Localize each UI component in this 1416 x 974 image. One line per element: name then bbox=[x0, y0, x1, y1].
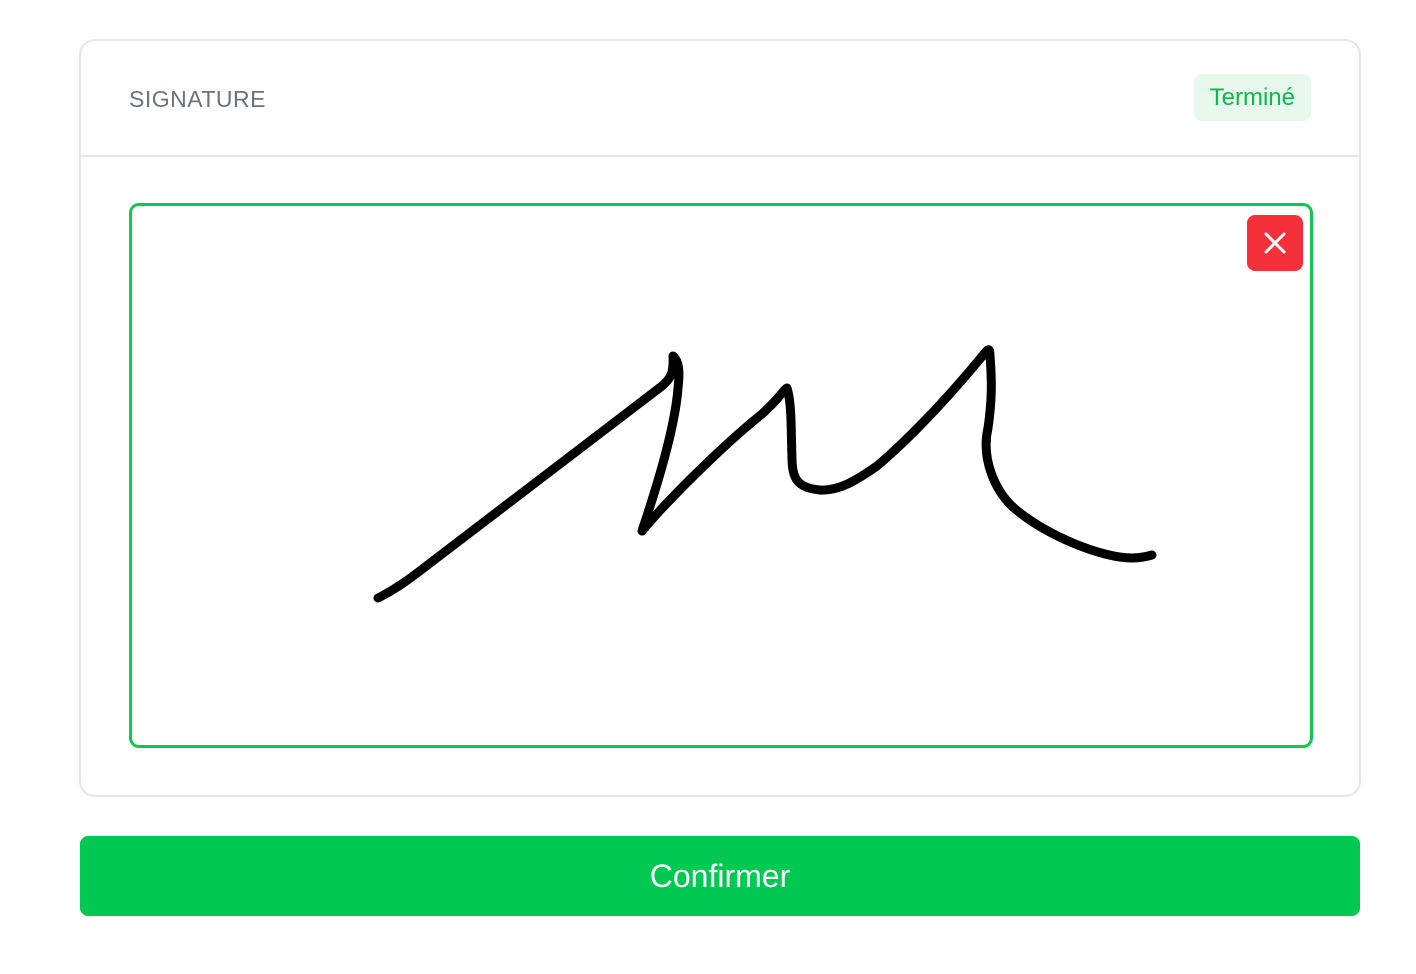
signature-pad[interactable] bbox=[129, 203, 1313, 748]
card-title: SIGNATURE bbox=[129, 86, 266, 112]
signature-stroke bbox=[373, 345, 1157, 603]
confirm-button[interactable]: Confirmer bbox=[80, 836, 1360, 916]
status-badge: Terminé bbox=[1193, 74, 1311, 121]
signature-card-header: SIGNATURE Terminé bbox=[81, 41, 1359, 157]
clear-signature-button[interactable] bbox=[1247, 215, 1303, 271]
signature-drawing bbox=[373, 345, 1157, 603]
close-icon bbox=[1264, 232, 1286, 254]
signature-card: SIGNATURE Terminé bbox=[79, 39, 1361, 797]
